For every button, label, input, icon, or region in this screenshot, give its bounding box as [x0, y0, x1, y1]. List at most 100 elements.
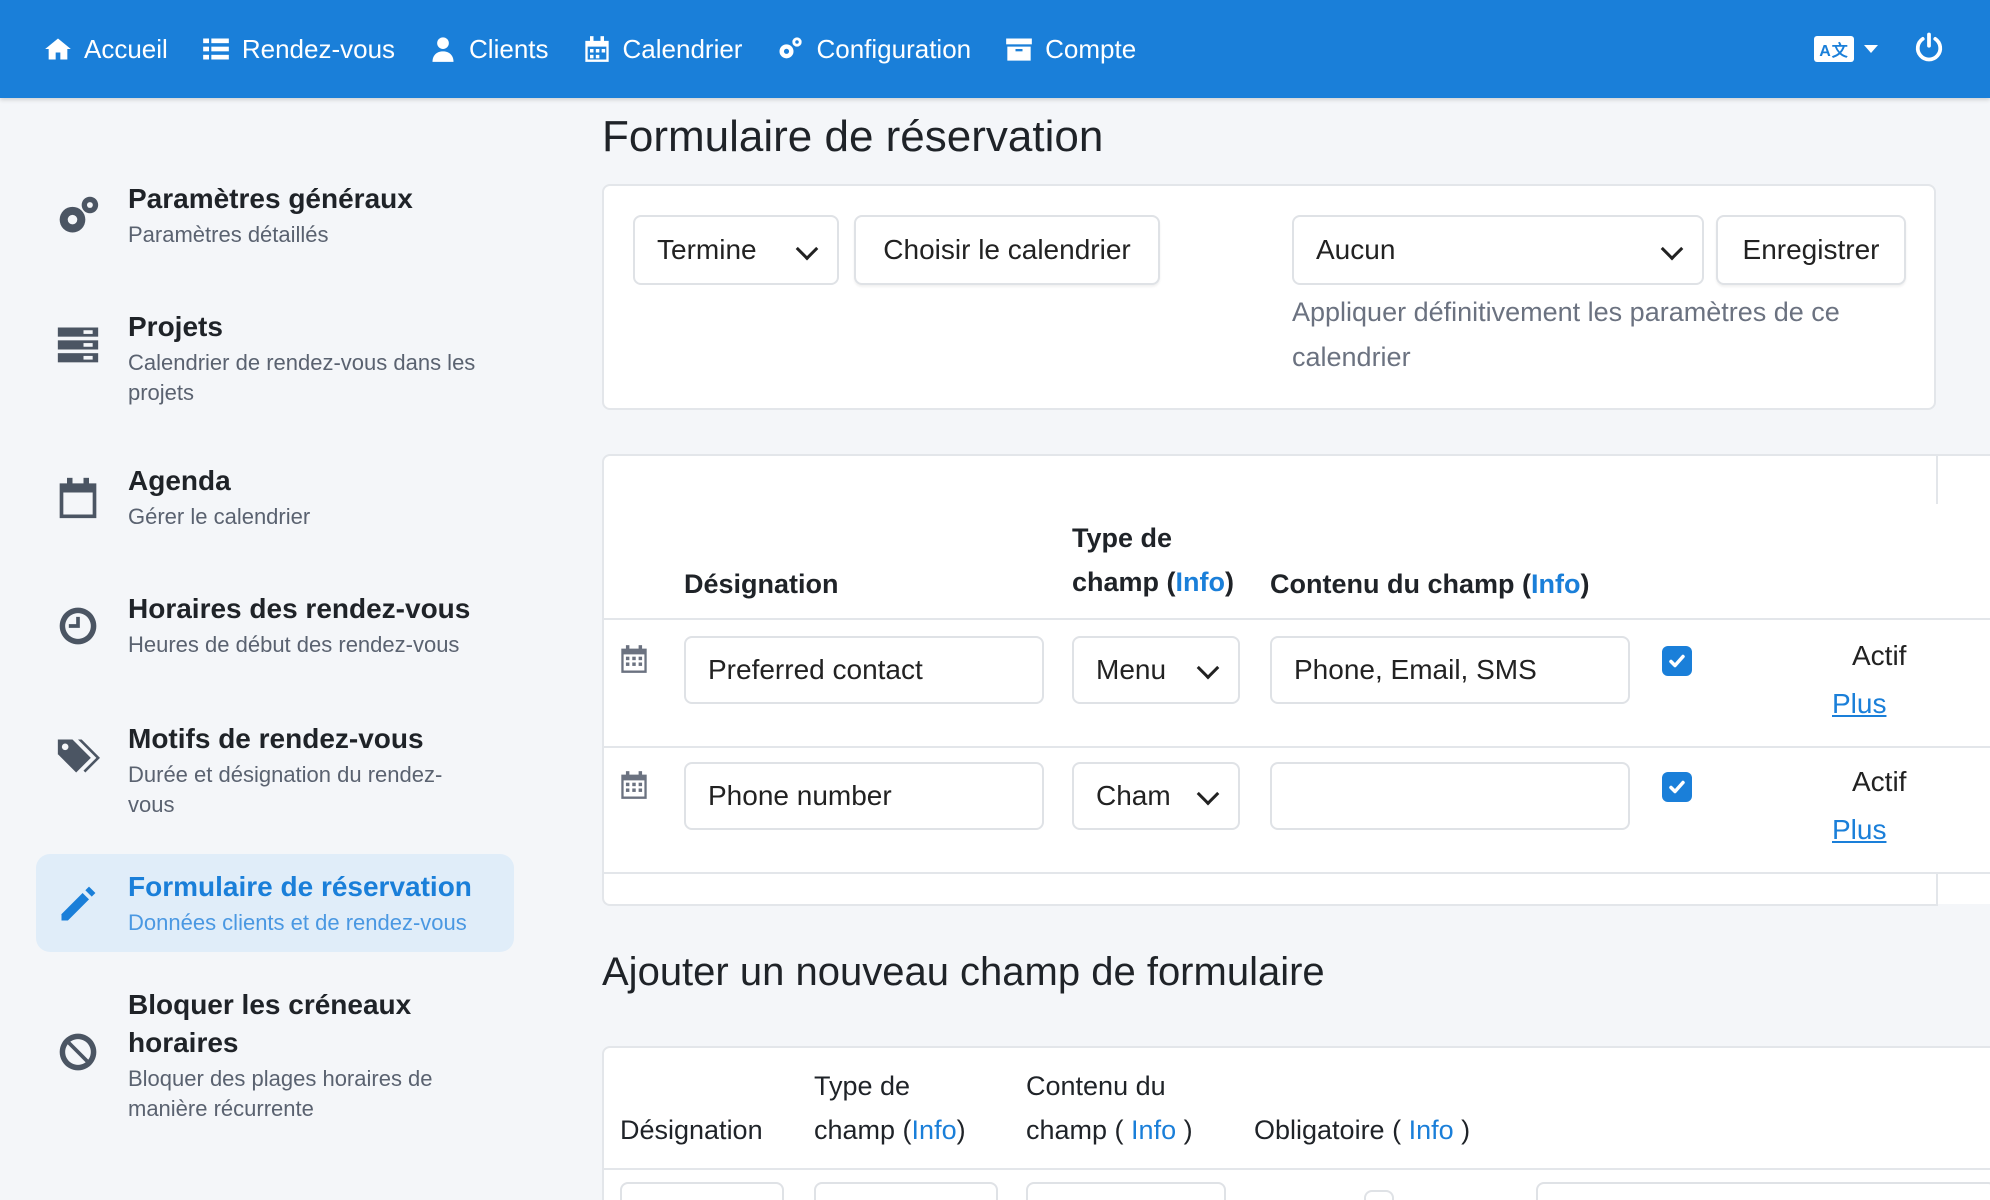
row-divider	[604, 872, 1990, 874]
status-select[interactable]: Termine	[633, 215, 839, 285]
cogs-icon	[779, 37, 803, 59]
row-divider	[604, 746, 1990, 748]
new-designation-input[interactable]	[620, 1182, 784, 1200]
row-divider	[604, 618, 1990, 620]
new-field-section-title: Ajouter un nouveau champ de formulaire	[602, 950, 1325, 994]
check-icon	[1669, 780, 1685, 794]
sidebar-item-subtitle: Données clients et de rendez-vous	[128, 910, 467, 935]
new-col-type-line2: champ (Info)	[814, 1108, 966, 1152]
nav-label: Accueil	[84, 33, 168, 64]
list-icon	[202, 38, 229, 60]
new-col-designation: Désignation	[620, 1115, 763, 1145]
new-type-info-link[interactable]: Info	[912, 1115, 957, 1145]
col-type: Type de champ (Info)	[1072, 516, 1234, 604]
sidebar-item-title: Projets	[128, 311, 223, 342]
top-navbar: Accueil Rendez-vous Clients Calendrier C…	[0, 0, 1990, 98]
new-col-content-close: )	[1176, 1115, 1193, 1145]
archive-icon	[1006, 38, 1032, 61]
new-content-info-link[interactable]: Info	[1131, 1115, 1176, 1145]
home-icon	[45, 38, 71, 60]
designation-input[interactable]: Phone number	[684, 762, 1044, 830]
sidebar-item-agenda[interactable]: Agenda Gérer le calendrier	[36, 448, 514, 546]
choose-calendar-button[interactable]: Choisir le calendrier	[854, 215, 1160, 285]
new-col-content-line2: champ ( Info )	[1026, 1108, 1193, 1152]
sidebar-item-title: Agenda	[128, 465, 231, 496]
calendar-select-value: Aucun	[1316, 234, 1396, 265]
sidebar-item-subtitle: Calendrier de rendez-vous dans les proje…	[128, 350, 476, 405]
field-type-select[interactable]: Menu	[1072, 636, 1240, 704]
calendar-icon	[620, 644, 648, 674]
content-info-link[interactable]: Info	[1531, 569, 1580, 599]
translate-icon: A文	[1814, 36, 1854, 62]
nav-label: Calendrier	[622, 33, 743, 64]
sidebar-item-title: Bloquer les créneaux horaires	[128, 989, 412, 1058]
new-col-required: Obligatoire ( Info )	[1254, 1108, 1470, 1152]
new-extra-input[interactable]	[1536, 1182, 1990, 1200]
nav-label: Compte	[1045, 33, 1137, 64]
tags-icon	[57, 739, 100, 773]
new-type-select[interactable]	[814, 1182, 998, 1200]
new-col-type-close: )	[956, 1115, 966, 1145]
more-link[interactable]: Plus	[1832, 814, 1886, 846]
apply-hint-text: Appliquer définitivement les paramètres …	[1292, 297, 1840, 372]
nav-configuration[interactable]: Configuration	[776, 34, 971, 65]
nav-accueil[interactable]: Accueil	[44, 34, 168, 65]
check-icon	[1669, 654, 1685, 668]
nav-calendrier[interactable]: Calendrier	[583, 33, 743, 65]
sidebar-item-projets[interactable]: Projets Calendrier de rendez-vous dans l…	[36, 294, 514, 422]
field-type-value: Menu	[1096, 654, 1167, 685]
sidebar-item-horaires[interactable]: Horaires des rendez-vous Heures de début…	[36, 576, 514, 674]
chevron-down-icon	[1196, 656, 1220, 680]
clock-icon	[59, 607, 97, 645]
caret-down-icon	[1864, 45, 1878, 53]
status-label: Actif	[1852, 766, 1907, 797]
power-button[interactable]	[1914, 32, 1944, 67]
new-required-info-link[interactable]: Info	[1409, 1115, 1454, 1145]
language-dropdown[interactable]: A文	[1814, 36, 1878, 62]
page-title: Formulaire de réservation	[602, 112, 1104, 161]
cogs-icon	[59, 196, 99, 233]
col-designation: Désignation	[684, 569, 839, 599]
more-link[interactable]: Plus	[1832, 688, 1886, 720]
sidebar-item-subtitle: Gérer le calendrier	[128, 504, 311, 529]
chevron-down-icon	[1660, 237, 1684, 261]
row-divider	[604, 1168, 1990, 1170]
server-icon	[57, 327, 99, 363]
new-col-content-line2-text: champ (	[1026, 1115, 1132, 1145]
field-content-input[interactable]: Phone, Email, SMS	[1270, 636, 1630, 704]
calendar-toolbar-card: Termine Choisir le calendrier Aucun Enre…	[602, 184, 1936, 410]
col-type-close: )	[1225, 567, 1235, 597]
new-required-checkbox[interactable]	[1364, 1190, 1394, 1200]
nav-clients[interactable]: Clients	[429, 33, 549, 65]
sidebar-item-title: Formulaire de réservation	[128, 871, 472, 902]
new-col-type: Type de champ (Info)	[814, 1064, 966, 1152]
status-select-value: Termine	[657, 234, 757, 265]
sidebar-item-bloquer[interactable]: Bloquer les créneaux horaires Bloquer de…	[36, 972, 514, 1138]
col-content-text: Contenu du champ (	[1270, 569, 1531, 599]
calendar-select[interactable]: Aucun	[1292, 215, 1704, 285]
designation-input[interactable]: Preferred contact	[684, 636, 1044, 704]
sidebar-item-formulaire[interactable]: Formulaire de réservation Données client…	[36, 854, 514, 952]
sidebar-item-subtitle: Durée et désignation du rendez-vous	[128, 762, 443, 817]
required-checkbox[interactable]	[1662, 646, 1692, 676]
col-type-line2: champ (Info)	[1072, 560, 1234, 604]
col-content-close: )	[1580, 569, 1590, 599]
field-content-input[interactable]	[1270, 762, 1630, 830]
form-fields-card: Désignation Type de champ (Info) Contenu…	[602, 454, 1990, 906]
sidebar-item-motifs[interactable]: Motifs de rendez-vous Durée et désignati…	[36, 706, 514, 834]
field-type-value: Cham	[1096, 780, 1171, 811]
calendar-icon	[59, 477, 97, 519]
status-label: Actif	[1852, 640, 1907, 671]
required-checkbox[interactable]	[1662, 772, 1692, 802]
new-col-required-text: Obligatoire (	[1254, 1115, 1409, 1145]
save-button[interactable]: Enregistrer	[1716, 215, 1906, 285]
type-info-link[interactable]: Info	[1176, 567, 1225, 597]
col-type-line1: Type de	[1072, 523, 1173, 553]
field-type-select[interactable]: Cham	[1072, 762, 1240, 830]
new-content-input[interactable]	[1026, 1182, 1226, 1200]
sidebar-item-parametres[interactable]: Paramètres généraux Paramètres détaillés	[36, 166, 514, 264]
nav-rendez-vous[interactable]: Rendez-vous	[202, 34, 395, 65]
nav-compte[interactable]: Compte	[1005, 34, 1136, 65]
nav-label: Clients	[469, 33, 549, 64]
new-field-card: Désignation Type de champ (Info) Contenu…	[602, 1046, 1990, 1200]
